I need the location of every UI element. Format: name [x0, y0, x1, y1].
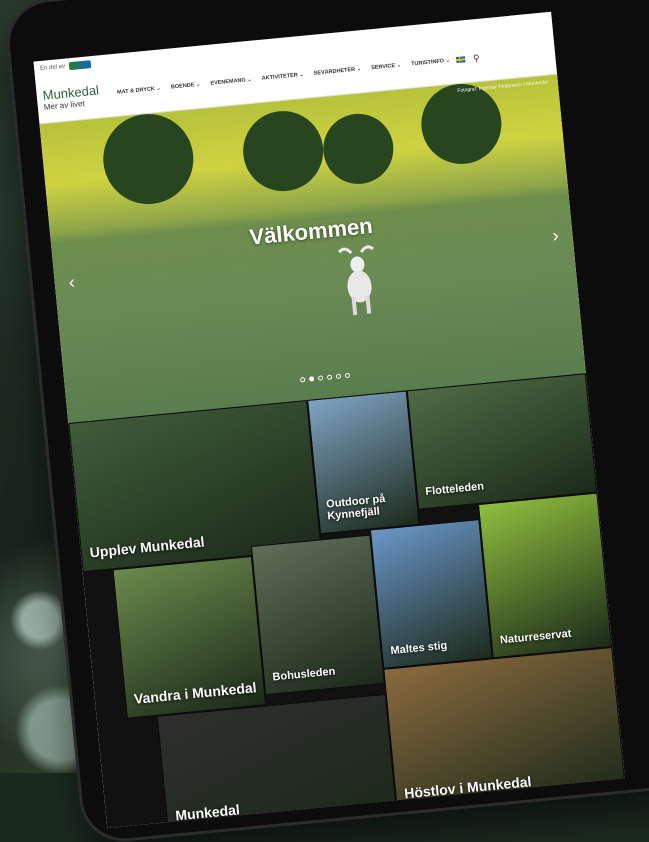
white-moose [337, 245, 374, 316]
tile-card[interactable]: Munkedal [156, 693, 398, 829]
vgr-logo-icon[interactable] [68, 60, 92, 71]
tile-card[interactable]: Höstlov i Munkedal [383, 646, 625, 814]
nav-item-sevardheter[interactable]: SEVÄRDHETER ⌄ [314, 66, 362, 77]
tile-label: Höstlov i Munkedal [403, 773, 533, 802]
tree-shape [320, 110, 397, 188]
tile-label: Upplev Munkedal [88, 533, 206, 561]
tablet-screen: En del av Munkedal Mer av livet MAT & DR… [33, 11, 625, 829]
nav-item-turistinfo[interactable]: TURISTINFO ⌄ [411, 58, 451, 68]
tree-shape [239, 107, 327, 195]
slide-dot[interactable] [326, 374, 333, 380]
nav-item-mat-dryck[interactable]: MAT & DRYCK ⌄ [117, 86, 161, 96]
tile-card[interactable]: Vandra i Munkedal [112, 555, 267, 719]
slide-dot[interactable] [317, 375, 324, 381]
partner-prefix: En del av [39, 63, 66, 72]
nav-item-service[interactable]: SERVICE ⌄ [371, 62, 402, 71]
search-icon[interactable]: ⚲ [473, 52, 481, 64]
hero-title: Välkommen [248, 212, 374, 250]
tile-label: Outdoor på Kynnefjäll [325, 492, 386, 523]
prev-slide-button[interactable]: ‹ [68, 272, 76, 293]
tree-shape [99, 109, 198, 209]
slide-dot[interactable] [299, 377, 306, 383]
tile-label: Munkedal [174, 801, 241, 824]
tile-card[interactable]: Outdoor på Kynnefjäll [307, 390, 420, 535]
tablet-device: En del av Munkedal Mer av livet MAT & DR… [6, 0, 649, 842]
hero-slider: Fotograf: Ingemar Pettersson | Munkedal … [39, 74, 586, 423]
nav-item-evenemang[interactable]: EVENEMANG ⌄ [210, 77, 252, 87]
tile-label: Bohusleden [272, 665, 336, 684]
slide-dot[interactable] [308, 376, 315, 382]
tile-card[interactable]: Maltes stig [369, 518, 493, 669]
tile-label: Maltes stig [390, 639, 448, 658]
slide-dot[interactable] [335, 373, 342, 380]
nav-item-aktiviteter[interactable]: AKTIVITETER ⌄ [262, 72, 305, 82]
tile-card[interactable]: Bohusleden [250, 534, 385, 696]
tile-label: Vandra i Munkedal [133, 679, 258, 707]
nav-item-boende[interactable]: BOENDE ⌄ [171, 82, 201, 91]
tile-grid: Upplev Munkedal Outdoor på Kynnefjäll Flot… [68, 373, 625, 829]
slide-dot[interactable] [344, 372, 351, 379]
tile-label: Flotteleden [424, 480, 485, 499]
tile-label: Naturreservat [499, 627, 572, 647]
site-logo[interactable]: Munkedal Mer av livet [42, 82, 100, 111]
tile-card[interactable]: Naturreservat [477, 492, 613, 659]
tile-card[interactable]: Flotteleden [406, 373, 598, 510]
swedish-flag-icon[interactable] [455, 56, 466, 64]
next-slide-button[interactable]: › [552, 225, 560, 246]
